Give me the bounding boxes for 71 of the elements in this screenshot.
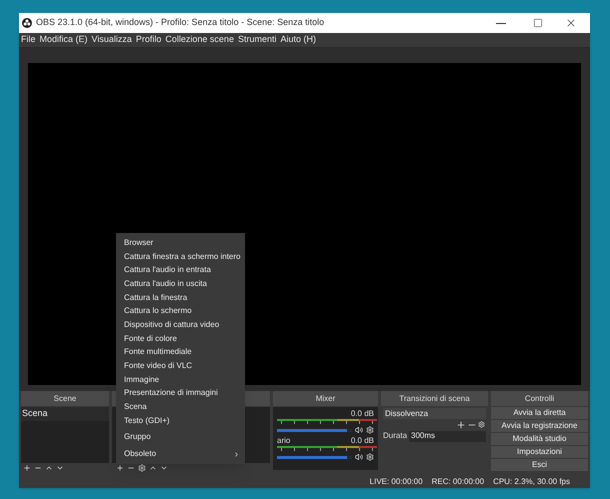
menu-item[interactable]: Testo (GDI+) [116, 414, 245, 428]
move-down-icon [160, 464, 168, 472]
status-text: CPU: 2.3%, 30.00 fps [493, 476, 570, 488]
control-button[interactable]: Impostazioni [491, 446, 588, 458]
channel-reading: 0.0 dB [350, 410, 374, 418]
status-text: LIVE: 00:00:00 [370, 476, 423, 488]
menu-item[interactable]: Fonte di colore [116, 332, 245, 346]
menu-item[interactable]: Collezione scene [165, 33, 234, 47]
control-button[interactable]: Avvia la registrazione [491, 420, 588, 432]
menu-item[interactable]: Modifica (E) [40, 33, 88, 47]
add-button[interactable] [23, 464, 31, 472]
speaker-icon [355, 453, 363, 461]
settings-icon [138, 464, 146, 472]
dock-header: Mixer [273, 391, 378, 406]
settings-button[interactable] [478, 421, 485, 428]
settings-button[interactable] [138, 464, 146, 472]
window-title: OBS 23.1.0 (64-bit, windows) - Profilo: Senza titolo - Scene: Senza titolo [36, 16, 326, 30]
duration-field[interactable]: 300ms [409, 430, 486, 442]
menu-item[interactable]: Cattura la finestra [116, 290, 245, 304]
move-up-button[interactable] [149, 464, 157, 472]
move-up-icon [45, 464, 53, 472]
add-icon [116, 464, 124, 472]
menu-item[interactable]: Visualizza [92, 33, 132, 47]
maximize-icon[interactable] [533, 18, 543, 28]
move-down-button[interactable] [160, 464, 168, 472]
menu-item[interactable]: Dispositivo di cattura video [116, 318, 245, 332]
close-icon[interactable] [565, 17, 577, 29]
menu-item[interactable]: Profilo [136, 33, 162, 47]
menu-item[interactable]: Fonte multimediale [116, 346, 245, 360]
scene-item[interactable]: Scena [21, 407, 109, 421]
transition-dropdown[interactable]: Dissolvenza [383, 408, 486, 419]
add-button[interactable] [456, 420, 466, 430]
menu-item[interactable]: Scena [116, 400, 245, 414]
menu-item[interactable]: Browser [116, 236, 245, 250]
settings-icon [478, 421, 485, 428]
control-button[interactable]: Modalità studio [491, 433, 588, 445]
duration-label: Durata [383, 430, 408, 442]
app-logo-icon [22, 18, 32, 28]
status-text: REC: 00:00:00 [432, 476, 484, 488]
add-icon [456, 420, 466, 430]
mute-toggle[interactable] [355, 453, 363, 461]
menu-item[interactable]: Obsoleto [116, 447, 245, 461]
dock-header: Transizioni di scena [381, 391, 488, 406]
menu-item[interactable]: Gruppo [116, 430, 245, 444]
menu-item[interactable]: Cattura l'audio in uscita [116, 277, 245, 291]
menu-item[interactable]: File [21, 33, 36, 47]
menu-item[interactable]: Presentazione di immagini [116, 386, 245, 400]
dock-header: Controlli [491, 391, 588, 406]
move-down-button[interactable] [56, 464, 64, 472]
settings-icon[interactable] [366, 426, 374, 434]
add-icon [23, 464, 31, 472]
move-down-icon [56, 464, 64, 472]
control-button[interactable]: Avvia la diretta [491, 407, 588, 419]
menu-item[interactable]: Cattura l'audio in entrata [116, 263, 245, 278]
add-button[interactable] [116, 464, 124, 472]
minimize-icon[interactable] [496, 22, 506, 24]
channel-reading: 0.0 dB [350, 437, 374, 445]
control-button[interactable]: Esci [491, 459, 588, 471]
menu-item[interactable]: Cattura finestra a schermo intero [116, 250, 245, 264]
move-up-button[interactable] [45, 464, 53, 472]
menu-item[interactable]: Fonte video di VLC [116, 359, 245, 373]
dock-header: Scene [21, 391, 109, 406]
mute-toggle[interactable] [355, 426, 363, 434]
channel-name: ario [277, 437, 290, 445]
menu-item[interactable]: Aiuto (H) [280, 33, 316, 47]
menu-item[interactable]: Immagine [116, 372, 245, 387]
menu-item[interactable]: Strumenti [238, 33, 276, 47]
speaker-icon [355, 426, 363, 434]
menu-item[interactable]: Cattura lo schermo [116, 304, 245, 318]
move-up-icon [149, 464, 157, 472]
settings-icon[interactable] [366, 453, 374, 461]
